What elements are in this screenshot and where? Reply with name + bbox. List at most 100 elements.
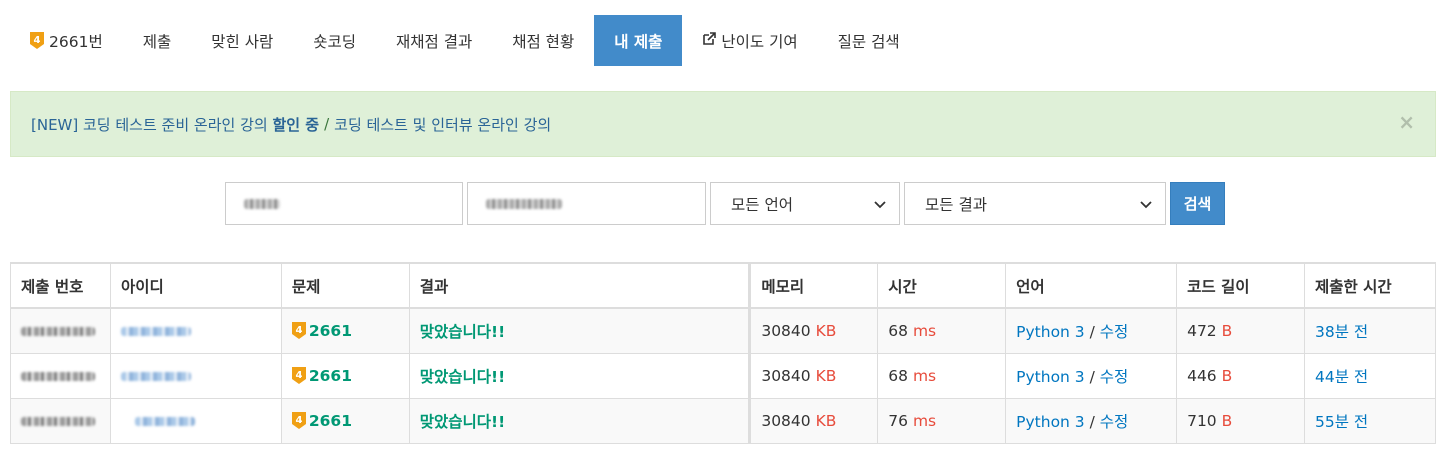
- memory-unit: KB: [815, 411, 837, 430]
- promo-sale-text: 할인 중: [272, 115, 320, 134]
- time-cell: 68 ms: [877, 352, 1007, 399]
- source-link[interactable]: Python 3: [1016, 368, 1085, 386]
- redacted-problem-id: [244, 198, 280, 209]
- header-problem: 문제: [280, 262, 410, 309]
- time-value: 76: [888, 411, 908, 430]
- time-cell: 76 ms: [877, 397, 1007, 444]
- result-accepted: 맞았습니다!!: [419, 322, 506, 341]
- memory-unit: KB: [815, 366, 837, 385]
- source-link[interactable]: Python 3: [1016, 413, 1085, 431]
- edit-link[interactable]: 수정: [1100, 413, 1129, 431]
- redacted-submission-id: [21, 371, 95, 381]
- promo-text: [NEW] 코딩 테스트 준비 온라인 강의: [31, 115, 273, 134]
- memory-value: 30840: [761, 321, 811, 340]
- edit-link[interactable]: 수정: [1100, 323, 1129, 341]
- submission-table: 제출 번호 아이디 문제 결과 메모리 시간 언어 코드 길이 제출한 시간 4…: [10, 262, 1437, 444]
- memory-value: 30840: [761, 366, 811, 385]
- memory-value: 30840: [761, 411, 811, 430]
- submitted-time-link[interactable]: 38분 전: [1315, 323, 1368, 341]
- tab-submit-label: 제출: [142, 32, 172, 51]
- header-memory: 메모리: [748, 262, 879, 309]
- tab-difficulty-contribution[interactable]: 난이도 기여: [682, 15, 817, 66]
- source-link[interactable]: Python 3: [1016, 323, 1085, 341]
- language-cell: Python 3 / 수정: [1005, 307, 1178, 354]
- code-length-cell: 710 B: [1176, 397, 1305, 444]
- time-unit: ms: [912, 321, 937, 340]
- code-length-unit: B: [1221, 321, 1233, 340]
- submitted-time-link[interactable]: 55분 전: [1315, 413, 1368, 431]
- submitted-time-link[interactable]: 44분 전: [1315, 368, 1368, 386]
- result-select[interactable]: 모든 결과: [904, 182, 1166, 225]
- tab-rejudge-results[interactable]: 재채점 결과: [376, 15, 492, 66]
- promo-separator: /: [324, 115, 330, 133]
- tab-my-submissions[interactable]: 내 제출: [594, 15, 683, 66]
- result-cell: 맞았습니다!!: [408, 397, 751, 444]
- promo-link-course-sale[interactable]: [NEW] 코딩 테스트 준비 온라인 강의 할인 중: [31, 114, 319, 135]
- submitted-time-cell: 44분 전: [1303, 352, 1437, 399]
- time-unit: ms: [912, 366, 937, 385]
- tab-judge-status[interactable]: 채점 현황: [492, 15, 594, 66]
- tab-question-search-label: 질문 검색: [837, 32, 900, 51]
- problem-cell[interactable]: 4 2661: [280, 307, 410, 354]
- problem-id-input[interactable]: [225, 182, 463, 225]
- tier-gold-4-icon: 4: [291, 321, 306, 339]
- submitted-time-cell: 38분 전: [1303, 307, 1437, 354]
- header-user-id: 아이디: [109, 262, 282, 309]
- tab-solved-users-label: 맞힌 사람: [211, 32, 274, 51]
- user-id-cell[interactable]: [109, 397, 282, 444]
- svg-text:4: 4: [295, 370, 302, 381]
- tab-submit[interactable]: 제출: [123, 15, 192, 66]
- code-length-cell: 472 B: [1176, 307, 1305, 354]
- tab-solved-users[interactable]: 맞힌 사람: [191, 15, 293, 66]
- memory-cell: 30840 KB: [748, 307, 879, 354]
- memory-cell: 30840 KB: [748, 397, 879, 444]
- code-length-value: 446: [1187, 366, 1217, 385]
- close-icon[interactable]: ×: [1398, 112, 1415, 132]
- memory-unit: KB: [815, 321, 837, 340]
- language-cell: Python 3 / 수정: [1005, 352, 1178, 399]
- tier-gold-4-icon: 4: [291, 366, 306, 384]
- submission-id-cell: [10, 397, 111, 444]
- time-value: 68: [888, 321, 908, 340]
- problem-link[interactable]: 2661: [309, 322, 352, 340]
- user-id-input[interactable]: [467, 182, 706, 225]
- svg-text:4: 4: [34, 35, 41, 46]
- tab-rejudge-results-label: 재채점 결과: [396, 32, 473, 51]
- tier-gold-4-icon: 4: [291, 411, 306, 429]
- submission-id-cell: [10, 307, 111, 354]
- code-length-unit: B: [1221, 366, 1233, 385]
- language-select[interactable]: 모든 언어: [710, 182, 900, 225]
- table-row: 4 2661 맞았습니다!! 30840 KB 76 ms Python 3 / …: [10, 397, 1437, 444]
- user-id-cell[interactable]: [109, 307, 282, 354]
- submission-id-cell: [10, 352, 111, 399]
- problem-link[interactable]: 2661: [309, 412, 352, 430]
- tier-gold-4-icon: 4: [30, 32, 44, 49]
- chevron-down-icon: [1139, 197, 1153, 211]
- header-result: 결과: [408, 262, 751, 309]
- result-cell: 맞았습니다!!: [408, 352, 751, 399]
- language-cell: Python 3 / 수정: [1005, 397, 1178, 444]
- edit-link[interactable]: 수정: [1100, 368, 1129, 386]
- result-cell: 맞았습니다!!: [408, 307, 751, 354]
- submitted-time-cell: 55분 전: [1303, 397, 1437, 444]
- svg-text:4: 4: [295, 325, 302, 336]
- problem-cell[interactable]: 4 2661: [280, 352, 410, 399]
- tab-short-coding[interactable]: 숏코딩: [293, 15, 376, 66]
- tab-question-search[interactable]: 질문 검색: [818, 15, 920, 66]
- user-id-cell[interactable]: [109, 352, 282, 399]
- problem-cell[interactable]: 4 2661: [280, 397, 410, 444]
- problem-link[interactable]: 2661: [309, 367, 352, 385]
- header-code-length: 코드 길이: [1176, 262, 1305, 309]
- redacted-user-id: [486, 198, 562, 209]
- code-length-value: 472: [1187, 321, 1217, 340]
- promo-link-interview-course[interactable]: 코딩 테스트 및 인터뷰 온라인 강의: [334, 114, 551, 135]
- promo-alert: [NEW] 코딩 테스트 준비 온라인 강의 할인 중 / 코딩 테스트 및 인…: [10, 91, 1436, 157]
- redacted-submission-id: [21, 416, 95, 426]
- tab-problem[interactable]: 4 2661번: [10, 15, 123, 66]
- redacted-submission-id: [21, 326, 95, 336]
- code-length-cell: 446 B: [1176, 352, 1305, 399]
- header-language: 언어: [1005, 262, 1178, 309]
- header-time: 시간: [877, 262, 1007, 309]
- language-select-value: 모든 언어: [731, 195, 793, 214]
- search-button[interactable]: 검색: [1170, 182, 1225, 225]
